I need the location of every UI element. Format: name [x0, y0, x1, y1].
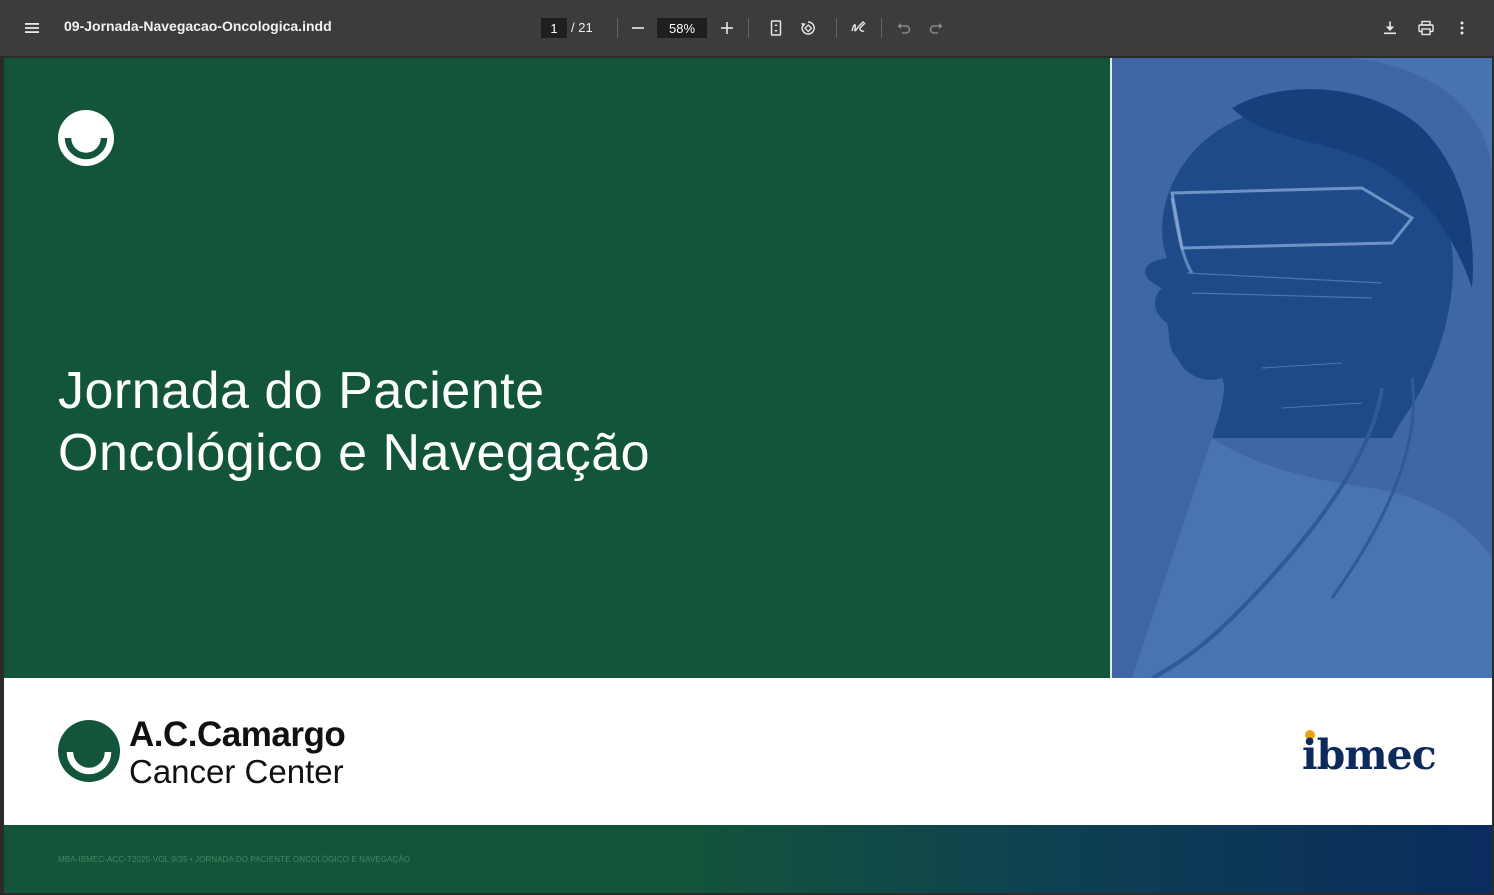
rotate-icon [801, 21, 815, 35]
logo-band: A.C.Camargo Cancer Center ibmec [4, 678, 1492, 825]
pdf-toolbar: 09-Jornada-Navegacao-Oncologica.indd 1 /… [0, 0, 1494, 56]
cover-title-line-1: Jornada do Paciente [58, 362, 545, 420]
doctor-profile-image [1112, 58, 1492, 678]
toolbar-divider [881, 18, 882, 38]
footer-text: MBA-IBMEC-ACC-T2025-VOL.9/35 • JORNADA D… [58, 855, 411, 864]
fit-page-button[interactable] [762, 14, 790, 42]
pdf-page: Jornada do Paciente Oncológico e Navegaç… [4, 58, 1492, 893]
undo-icon [897, 23, 911, 34]
footer-band: MBA-IBMEC-ACC-T2025-VOL.9/35 • JORNADA D… [4, 825, 1492, 893]
zoom-level-input[interactable]: 58% [657, 18, 707, 38]
acc-smile-logo-icon [58, 720, 120, 782]
print-icon [1418, 20, 1434, 36]
pen-icon [851, 21, 866, 32]
minus-icon [632, 27, 644, 29]
zoom-in-button[interactable] [713, 14, 741, 42]
page-number-input[interactable]: 1 [541, 18, 567, 38]
zoom-out-button[interactable] [624, 14, 652, 42]
download-icon [1384, 21, 1396, 35]
page-count: / 21 [571, 20, 593, 35]
undo-button[interactable] [890, 14, 918, 42]
annotate-button[interactable] [844, 14, 872, 42]
redo-button[interactable] [922, 14, 950, 42]
acc-logo-subtitle: Cancer Center [129, 753, 344, 790]
toolbar-divider [836, 18, 837, 38]
download-button[interactable] [1376, 14, 1404, 42]
hamburger-menu-icon[interactable] [18, 14, 46, 42]
cover-title: Jornada do Paciente Oncológico e Navegaç… [58, 360, 1058, 484]
ibmec-logo: ibmec [1302, 731, 1437, 779]
cover-green-panel: Jornada do Paciente Oncológico e Navegaç… [4, 58, 1110, 678]
redo-icon [929, 23, 943, 34]
fit-page-icon [770, 20, 782, 36]
toolbar-divider [617, 18, 618, 38]
plus-icon [721, 22, 733, 34]
more-options-button[interactable] [1448, 14, 1476, 42]
print-button[interactable] [1412, 14, 1440, 42]
toolbar-divider [748, 18, 749, 38]
cover-title-line-2: Oncológico e Navegação [58, 424, 651, 482]
more-vertical-icon [1460, 21, 1464, 35]
acc-logo-name: A.C.Camargo [129, 715, 346, 754]
cover-photo-doctor [1112, 58, 1492, 678]
smile-logo-icon [58, 110, 114, 166]
document-filename: 09-Jornada-Navegacao-Oncologica.indd [64, 18, 332, 34]
rotate-button[interactable] [794, 14, 822, 42]
